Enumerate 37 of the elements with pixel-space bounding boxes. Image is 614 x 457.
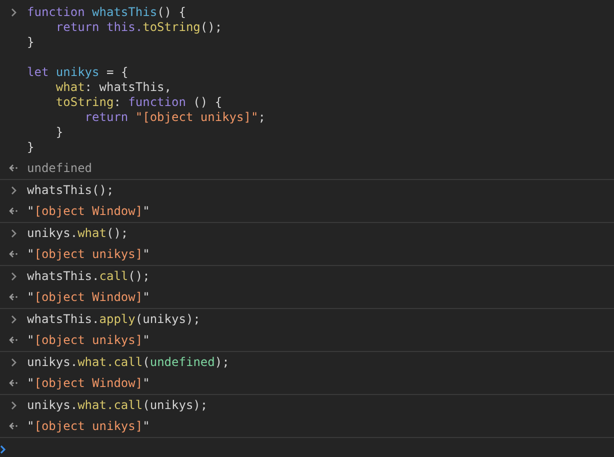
result-value: "[object unikys]" [27, 419, 150, 434]
code-line: } [27, 35, 36, 50]
input-prompt-icon [0, 445, 6, 454]
result-arrow-icon [9, 379, 18, 387]
result-arrow-icon [9, 336, 18, 344]
code-line: whatsThis.call(); [27, 269, 150, 284]
code-line: } [54, 125, 64, 140]
code-line: } [27, 140, 36, 155]
code-line: toString: function () { [54, 95, 224, 110]
input-prompt-icon [11, 358, 17, 367]
result-arrow-icon [9, 164, 18, 172]
result-arrow-icon [9, 293, 18, 301]
input-prompt-icon [11, 8, 17, 17]
result-value: "[object Window]" [27, 204, 150, 219]
code-line: whatsThis(); [27, 183, 114, 198]
code-line: return "[object unikys]"; [84, 110, 266, 125]
input-prompt-icon [11, 229, 17, 238]
input-prompt-icon [11, 315, 17, 324]
result-value: "[object unikys]" [27, 333, 150, 348]
result-value: "[object unikys]" [27, 247, 150, 262]
code-line: unikys.what.call(unikys); [27, 398, 208, 413]
result-arrow-icon [9, 207, 18, 215]
result-value: "[object Window]" [27, 376, 150, 391]
input-prompt-icon [11, 186, 17, 195]
code-line: unikys.what.call(undefined); [27, 355, 230, 370]
code-line: function whatsThis() { [27, 5, 187, 20]
result-arrow-icon [9, 422, 18, 430]
code-line: unikys.what(); [27, 226, 128, 241]
result-value: "[object Window]" [27, 290, 150, 305]
code-line: let unikys = { [27, 65, 130, 80]
input-prompt-icon [11, 401, 17, 410]
code-line: whatsThis.apply(unikys); [27, 312, 200, 327]
result-arrow-icon [9, 250, 18, 258]
input-prompt-icon [11, 272, 17, 281]
result-value: undefined [27, 161, 92, 176]
code-line: return this.toString(); [54, 20, 224, 35]
code-line: what: whatsThis, [54, 80, 172, 95]
